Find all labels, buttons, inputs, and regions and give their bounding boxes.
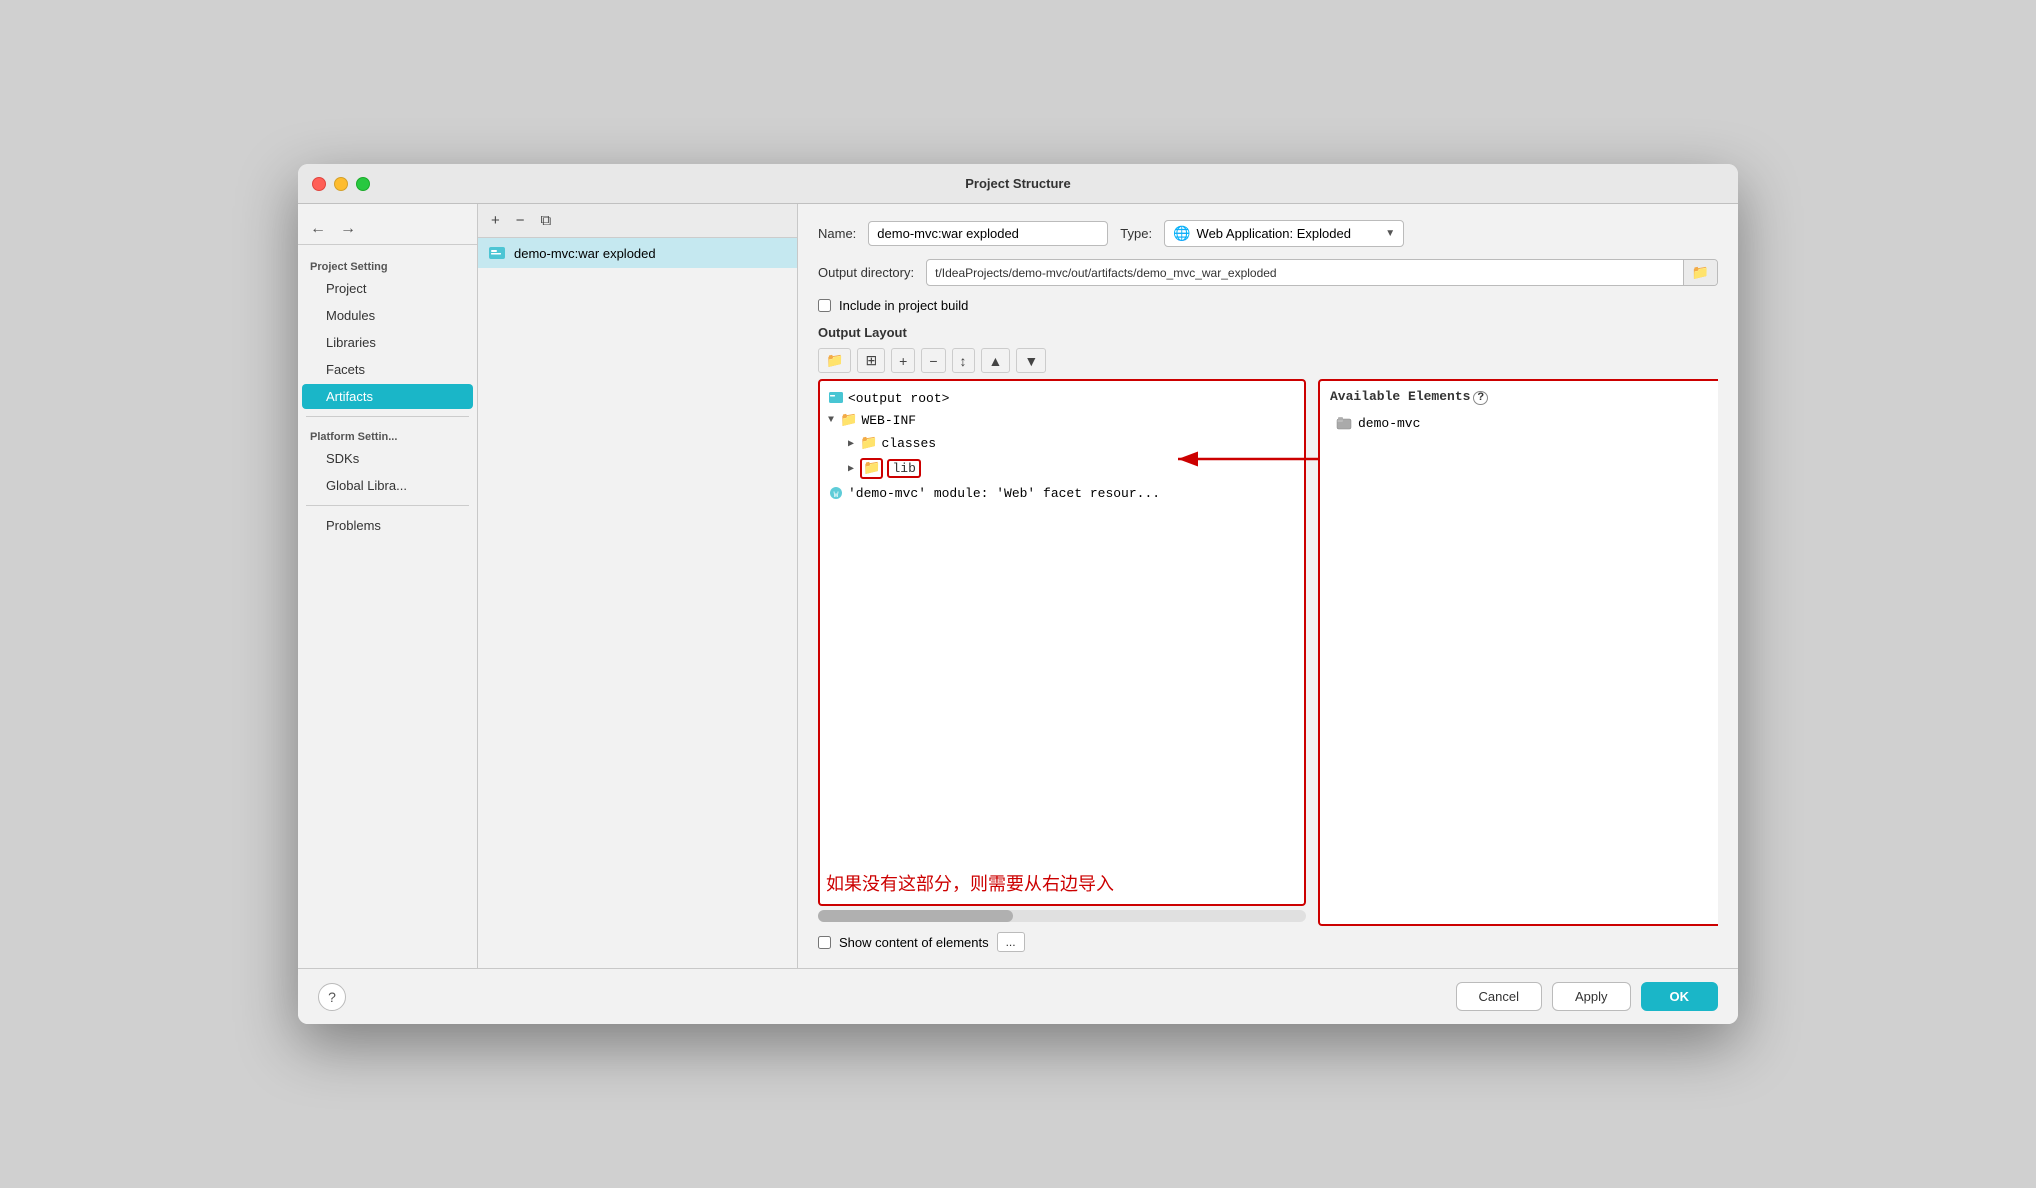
ok-button[interactable]: OK <box>1641 982 1719 1011</box>
artifact-copy-button[interactable]: ⧉ <box>536 210 557 231</box>
tree-lib[interactable]: ▶ 📁 lib <box>820 455 1304 482</box>
tree-web-inf[interactable]: ▼ 📁 WEB-INF <box>820 409 1304 432</box>
output-layout-label: Output Layout <box>818 325 1718 340</box>
output-dir-label: Output directory: <box>818 265 914 280</box>
bottom-bar: ? Cancel Apply OK <box>298 968 1738 1024</box>
title-bar: Project Structure <box>298 164 1738 204</box>
type-icon: 🌐 <box>1173 225 1190 242</box>
bottom-right: Cancel Apply OK <box>1456 982 1719 1011</box>
ellipsis-button[interactable]: ... <box>997 932 1025 952</box>
layout-sort-btn[interactable]: ↕ <box>952 348 975 373</box>
tree-facet-label: 'demo-mvc' module: 'Web' facet resour... <box>848 486 1160 501</box>
classes-folder-icon: 📁 <box>860 435 877 452</box>
minimize-button[interactable] <box>334 177 348 191</box>
tree-classes-label: classes <box>881 436 936 451</box>
web-inf-arrow[interactable]: ▼ <box>828 415 834 426</box>
artifact-item-demo-mvc[interactable]: demo-mvc:war exploded <box>478 238 797 268</box>
project-structure-window: Project Structure ← → Project Setting Pr… <box>298 164 1738 1024</box>
maximize-button[interactable] <box>356 177 370 191</box>
close-button[interactable] <box>312 177 326 191</box>
tree-output-root[interactable]: <output root> <box>820 387 1304 409</box>
nav-forward-button[interactable]: → <box>336 218 360 240</box>
artifact-add-button[interactable]: + <box>486 210 505 231</box>
cancel-button[interactable]: Cancel <box>1456 982 1542 1011</box>
output-dir-value: t/IdeaProjects/demo-mvc/out/artifacts/de… <box>927 262 1682 284</box>
tree-scrollbar-thumb[interactable] <box>818 910 1013 922</box>
sidebar-item-global-libraries[interactable]: Global Libra... <box>302 473 473 498</box>
tree-scrollbar[interactable] <box>818 910 1306 922</box>
sidebar: ← → Project Setting Project Modules Libr… <box>298 204 478 968</box>
sidebar-item-modules[interactable]: Modules <box>302 303 473 328</box>
sidebar-item-problems[interactable]: Problems <box>302 513 473 538</box>
layout-toolbar: 📁 ⊞ + − ↕ ▲ ▼ <box>818 348 1718 373</box>
sidebar-item-facets[interactable]: Facets <box>302 357 473 382</box>
traffic-lights <box>312 177 370 191</box>
type-dropdown-arrow: ▼ <box>1385 228 1395 239</box>
svg-text:W: W <box>834 491 839 500</box>
artifact-remove-button[interactable]: − <box>511 210 530 231</box>
output-dir-browse-button[interactable]: 📁 <box>1683 260 1717 285</box>
lib-arrow[interactable]: ▶ <box>848 463 854 475</box>
output-layout-area: 📁 ⊞ + − ↕ ▲ ▼ <box>818 348 1718 952</box>
section-project-setting: Project Setting <box>298 257 477 275</box>
tree-output-root-label: <output root> <box>848 391 949 406</box>
layout-down-btn[interactable]: ▼ <box>1016 348 1046 373</box>
detail-panel: Name: Type: 🌐 Web Application: Exploded … <box>798 204 1738 968</box>
available-elements-panel: Available Elements? demo-mvc <box>1318 379 1718 926</box>
sidebar-item-project[interactable]: Project <box>302 276 473 301</box>
output-dir-row: Output directory: t/IdeaProjects/demo-mv… <box>818 259 1718 286</box>
name-label: Name: <box>818 226 856 241</box>
name-input[interactable] <box>868 221 1108 246</box>
include-label: Include in project build <box>839 298 968 313</box>
available-folder-icon <box>1336 415 1352 431</box>
available-elements-header: Available Elements? <box>1320 381 1718 412</box>
layout-grid-btn[interactable]: ⊞ <box>857 348 885 373</box>
window-title: Project Structure <box>965 176 1070 191</box>
available-demo-mvc-label: demo-mvc <box>1358 416 1420 431</box>
show-content-label: Show content of elements <box>839 935 989 950</box>
sidebar-divider-2 <box>306 505 469 506</box>
name-row: Name: Type: 🌐 Web Application: Exploded … <box>818 220 1718 247</box>
tree-panel: <output root> ▼ 📁 WEB-INF ▶ � <box>818 379 1306 906</box>
artifact-list-panel: + − ⧉ demo-mvc:war exploded <box>478 204 798 968</box>
type-select[interactable]: 🌐 Web Application: Exploded ▼ <box>1164 220 1404 247</box>
section-platform-setting: Platform Settin... <box>298 427 477 445</box>
main-content: ← → Project Setting Project Modules Libr… <box>298 204 1738 968</box>
include-checkbox[interactable] <box>818 299 831 312</box>
layout-folder-btn[interactable]: 📁 <box>818 348 851 373</box>
tree-web-inf-label: WEB-INF <box>861 413 916 428</box>
output-dir-input-container: t/IdeaProjects/demo-mvc/out/artifacts/de… <box>926 259 1718 286</box>
sidebar-divider <box>306 416 469 417</box>
facet-icon: W <box>828 485 844 501</box>
lib-folder-icon: 📁 <box>860 458 883 479</box>
classes-arrow[interactable]: ▶ <box>848 438 854 450</box>
layout-remove-btn[interactable]: − <box>921 348 945 373</box>
tree-facet-resource[interactable]: W 'demo-mvc' module: 'Web' facet resour.… <box>820 482 1304 504</box>
layout-add-btn[interactable]: + <box>891 348 915 373</box>
include-row: Include in project build <box>818 298 1718 313</box>
artifact-small-icon <box>828 390 844 406</box>
artifact-toolbar: + − ⧉ <box>478 204 797 238</box>
show-content-row: Show content of elements ... <box>818 932 1718 952</box>
nav-back-button[interactable]: ← <box>306 218 330 240</box>
available-item-demo-mvc[interactable]: demo-mvc <box>1320 412 1718 434</box>
show-content-checkbox[interactable] <box>818 936 831 949</box>
bottom-left: ? <box>318 983 1456 1011</box>
type-value: Web Application: Exploded <box>1197 226 1380 241</box>
artifact-icon <box>488 244 506 262</box>
nav-toolbar: ← → <box>298 214 477 245</box>
apply-button[interactable]: Apply <box>1552 982 1631 1011</box>
available-help-icon[interactable]: ? <box>1473 391 1488 405</box>
sidebar-item-sdks[interactable]: SDKs <box>302 446 473 471</box>
web-inf-folder-icon: 📁 <box>840 412 857 429</box>
sidebar-item-artifacts[interactable]: Artifacts <box>302 384 473 409</box>
tree-lib-label: lib <box>887 459 920 478</box>
artifact-name: demo-mvc:war exploded <box>514 246 656 261</box>
help-button[interactable]: ? <box>318 983 346 1011</box>
sidebar-item-libraries[interactable]: Libraries <box>302 330 473 355</box>
layout-up-btn[interactable]: ▲ <box>981 348 1011 373</box>
artifact-list-content: demo-mvc:war exploded <box>478 238 797 968</box>
tree-classes[interactable]: ▶ 📁 classes <box>820 432 1304 455</box>
type-label: Type: <box>1120 226 1152 241</box>
